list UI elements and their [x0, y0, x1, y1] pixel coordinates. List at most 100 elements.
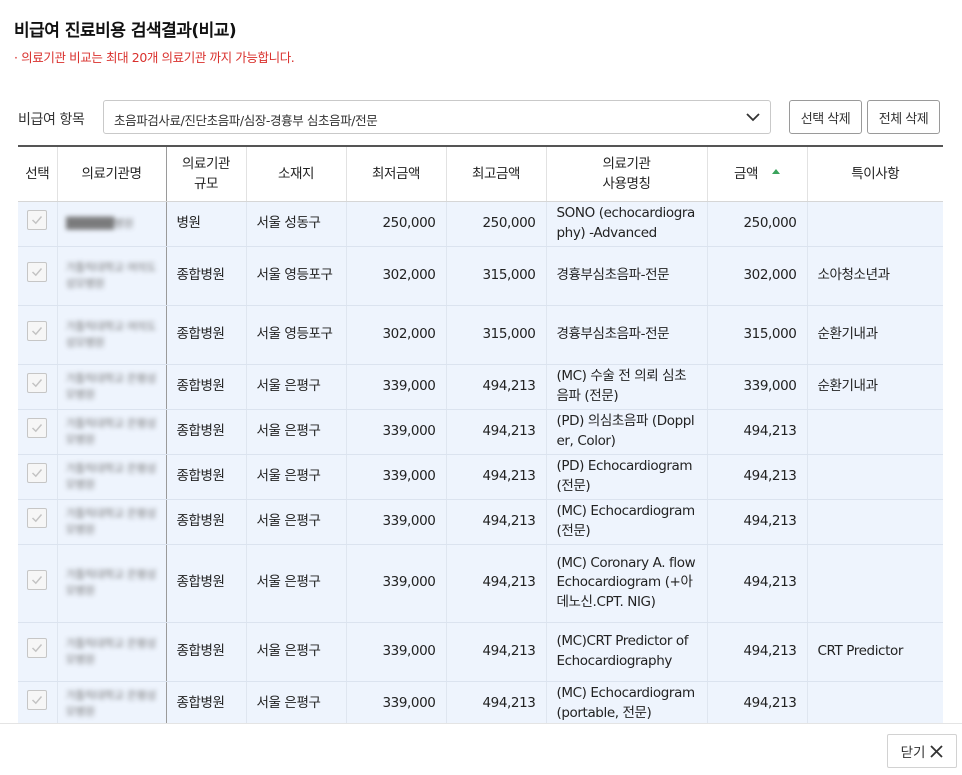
- table-row: 가톨릭대학교 은평성모병원 종합병원 서울 은평구 339,000 494,213 (MC…: [18, 622, 943, 682]
- header-price[interactable]: 금액: [706, 147, 807, 202]
- min-price-cell: 339,000: [345, 364, 446, 410]
- close-button[interactable]: 닫기: [887, 734, 957, 768]
- note-cell: [806, 681, 943, 723]
- header-max-price: 최고금액: [445, 147, 546, 202]
- hospital-name[interactable]: ██████병원: [66, 216, 158, 232]
- delete-selected-button[interactable]: 선택 삭제: [789, 100, 862, 134]
- hospital-name-cell: 가톨릭대학교 은평성모병원: [56, 409, 167, 455]
- price-cell: 494,213: [706, 622, 807, 682]
- scale-cell: 종합병원: [165, 499, 246, 545]
- max-price-cell: 494,213: [445, 544, 546, 623]
- row-checkbox[interactable]: [27, 569, 48, 590]
- note-cell: CRT Predictor: [806, 622, 943, 682]
- check-icon: [32, 424, 43, 433]
- hospital-name[interactable]: 가톨릭대학교 은평성모병원: [66, 567, 158, 599]
- hospital-name-cell: 가톨릭대학교 은평성모병원: [56, 454, 167, 500]
- location-cell: 서울 은평구: [245, 409, 346, 455]
- page-title: 비급여 진료비용 검색결과(비교): [14, 21, 237, 41]
- check-icon: [32, 216, 43, 225]
- row-checkbox[interactable]: [27, 463, 48, 484]
- sort-asc-icon[interactable]: [772, 169, 781, 175]
- filter-label: 비급여 항목: [18, 112, 85, 128]
- item-name-cell: (MC) 수술 전 의뢰 심초음파 (전문): [545, 364, 707, 410]
- hospital-name[interactable]: 가톨릭대학교 여의도성모병원: [66, 319, 158, 351]
- nonbenefit-item-select[interactable]: 초음파검사료/진단초음파/심장-경흉부 심초음파/전문: [103, 100, 771, 134]
- row-select-cell: [18, 305, 57, 365]
- check-icon: [32, 696, 43, 705]
- min-price-cell: 339,000: [345, 544, 446, 623]
- hospital-name[interactable]: 가톨릭대학교 은평성모병원: [66, 688, 158, 720]
- location-cell: 서울 영등포구: [245, 246, 346, 306]
- row-checkbox[interactable]: [27, 262, 48, 283]
- row-checkbox[interactable]: [27, 690, 48, 711]
- delete-all-button[interactable]: 전체 삭제: [867, 100, 940, 134]
- scale-cell: 종합병원: [165, 454, 246, 500]
- scale-cell: 종합병원: [165, 681, 246, 723]
- price-cell: 302,000: [706, 246, 807, 306]
- hospital-name-cell: ██████병원: [56, 201, 167, 247]
- scale-cell: 종합병원: [165, 305, 246, 365]
- row-checkbox[interactable]: [27, 373, 48, 394]
- note-cell: [806, 499, 943, 545]
- location-cell: 서울 은평구: [245, 499, 346, 545]
- header-item-name: 의료기관 사용명칭: [545, 147, 707, 202]
- header-note: 특이사항: [806, 147, 943, 202]
- min-price-cell: 339,000: [345, 409, 446, 455]
- location-cell: 서울 성동구: [245, 201, 346, 247]
- modal-footer: [0, 723, 962, 775]
- table-row: 가톨릭대학교 은평성모병원 종합병원 서울 은평구 339,000 494,213 (PD…: [18, 409, 943, 455]
- hospital-name[interactable]: 가톨릭대학교 은평성모병원: [66, 461, 158, 493]
- min-price-cell: 302,000: [345, 246, 446, 306]
- item-name-cell: (MC) Echocardiogram (portable, 전문): [545, 681, 707, 723]
- item-name-cell: (MC)CRT Predictor of Echocardiography: [545, 622, 707, 682]
- note-cell: 순환기내과: [806, 305, 943, 365]
- row-select-cell: [18, 544, 57, 623]
- hospital-name[interactable]: 가톨릭대학교 은평성모병원: [66, 636, 158, 668]
- row-checkbox[interactable]: [27, 418, 48, 439]
- row-checkbox[interactable]: [27, 508, 48, 529]
- header-min-price: 최저금액: [345, 147, 446, 202]
- max-price-cell: 494,213: [445, 499, 546, 545]
- row-checkbox[interactable]: [27, 210, 48, 231]
- row-select-cell: [18, 499, 57, 545]
- row-select-cell: [18, 454, 57, 500]
- price-cell: 339,000: [706, 364, 807, 410]
- comparison-table-container[interactable]: 선택 의료기관명 의료기관 규모 소재지 최저금액 최고금액 의료기관 사용명칭…: [18, 145, 943, 723]
- row-checkbox[interactable]: [27, 638, 48, 659]
- table-row: 가톨릭대학교 은평성모병원 종합병원 서울 은평구 339,000 494,213 (MC…: [18, 499, 943, 545]
- price-cell: 315,000: [706, 305, 807, 365]
- item-name-cell: (PD) Echocardiogram (전문): [545, 454, 707, 500]
- price-cell: 250,000: [706, 201, 807, 247]
- header-select: 선택: [18, 147, 57, 202]
- note-cell: [806, 409, 943, 455]
- table-row: 가톨릭대학교 은평성모병원 종합병원 서울 은평구 339,000 494,213 (PD…: [18, 454, 943, 500]
- location-cell: 서울 영등포구: [245, 305, 346, 365]
- hospital-name[interactable]: 가톨릭대학교 은평성모병원: [66, 506, 158, 538]
- item-name-cell: 경흉부심초음파-전문: [545, 246, 707, 306]
- item-name-cell: (MC) Echocardiogram (전문): [545, 499, 707, 545]
- scale-cell: 종합병원: [165, 364, 246, 410]
- header-item-name-text: 의료기관 사용명칭: [602, 155, 651, 192]
- comparison-table: 선택 의료기관명 의료기관 규모 소재지 최저금액 최고금액 의료기관 사용명칭…: [18, 147, 943, 723]
- note-cell: [806, 454, 943, 500]
- row-checkbox[interactable]: [27, 321, 48, 342]
- item-name-cell: (MC) Coronary A. flow Echocardiogram (+아…: [545, 544, 707, 623]
- header-price-text: 금액: [733, 165, 759, 182]
- scale-cell: 종합병원: [165, 409, 246, 455]
- min-price-cell: 339,000: [345, 681, 446, 723]
- hospital-name[interactable]: 가톨릭대학교 여의도성모병원: [66, 260, 158, 292]
- check-icon: [32, 268, 43, 277]
- table-row: 가톨릭대학교 은평성모병원 종합병원 서울 은평구 339,000 494,213 (MC…: [18, 544, 943, 623]
- hospital-name-cell: 가톨릭대학교 여의도성모병원: [56, 246, 167, 306]
- check-icon: [32, 379, 43, 388]
- min-price-cell: 302,000: [345, 305, 446, 365]
- note-cell: 순환기내과: [806, 364, 943, 410]
- hospital-name-cell: 가톨릭대학교 은평성모병원: [56, 622, 167, 682]
- row-select-cell: [18, 409, 57, 455]
- close-icon: [930, 744, 944, 758]
- check-icon: [32, 514, 43, 523]
- max-price-cell: 494,213: [445, 681, 546, 723]
- hospital-name[interactable]: 가톨릭대학교 은평성모병원: [66, 371, 158, 403]
- hospital-name[interactable]: 가톨릭대학교 은평성모병원: [66, 416, 158, 448]
- min-price-cell: 339,000: [345, 499, 446, 545]
